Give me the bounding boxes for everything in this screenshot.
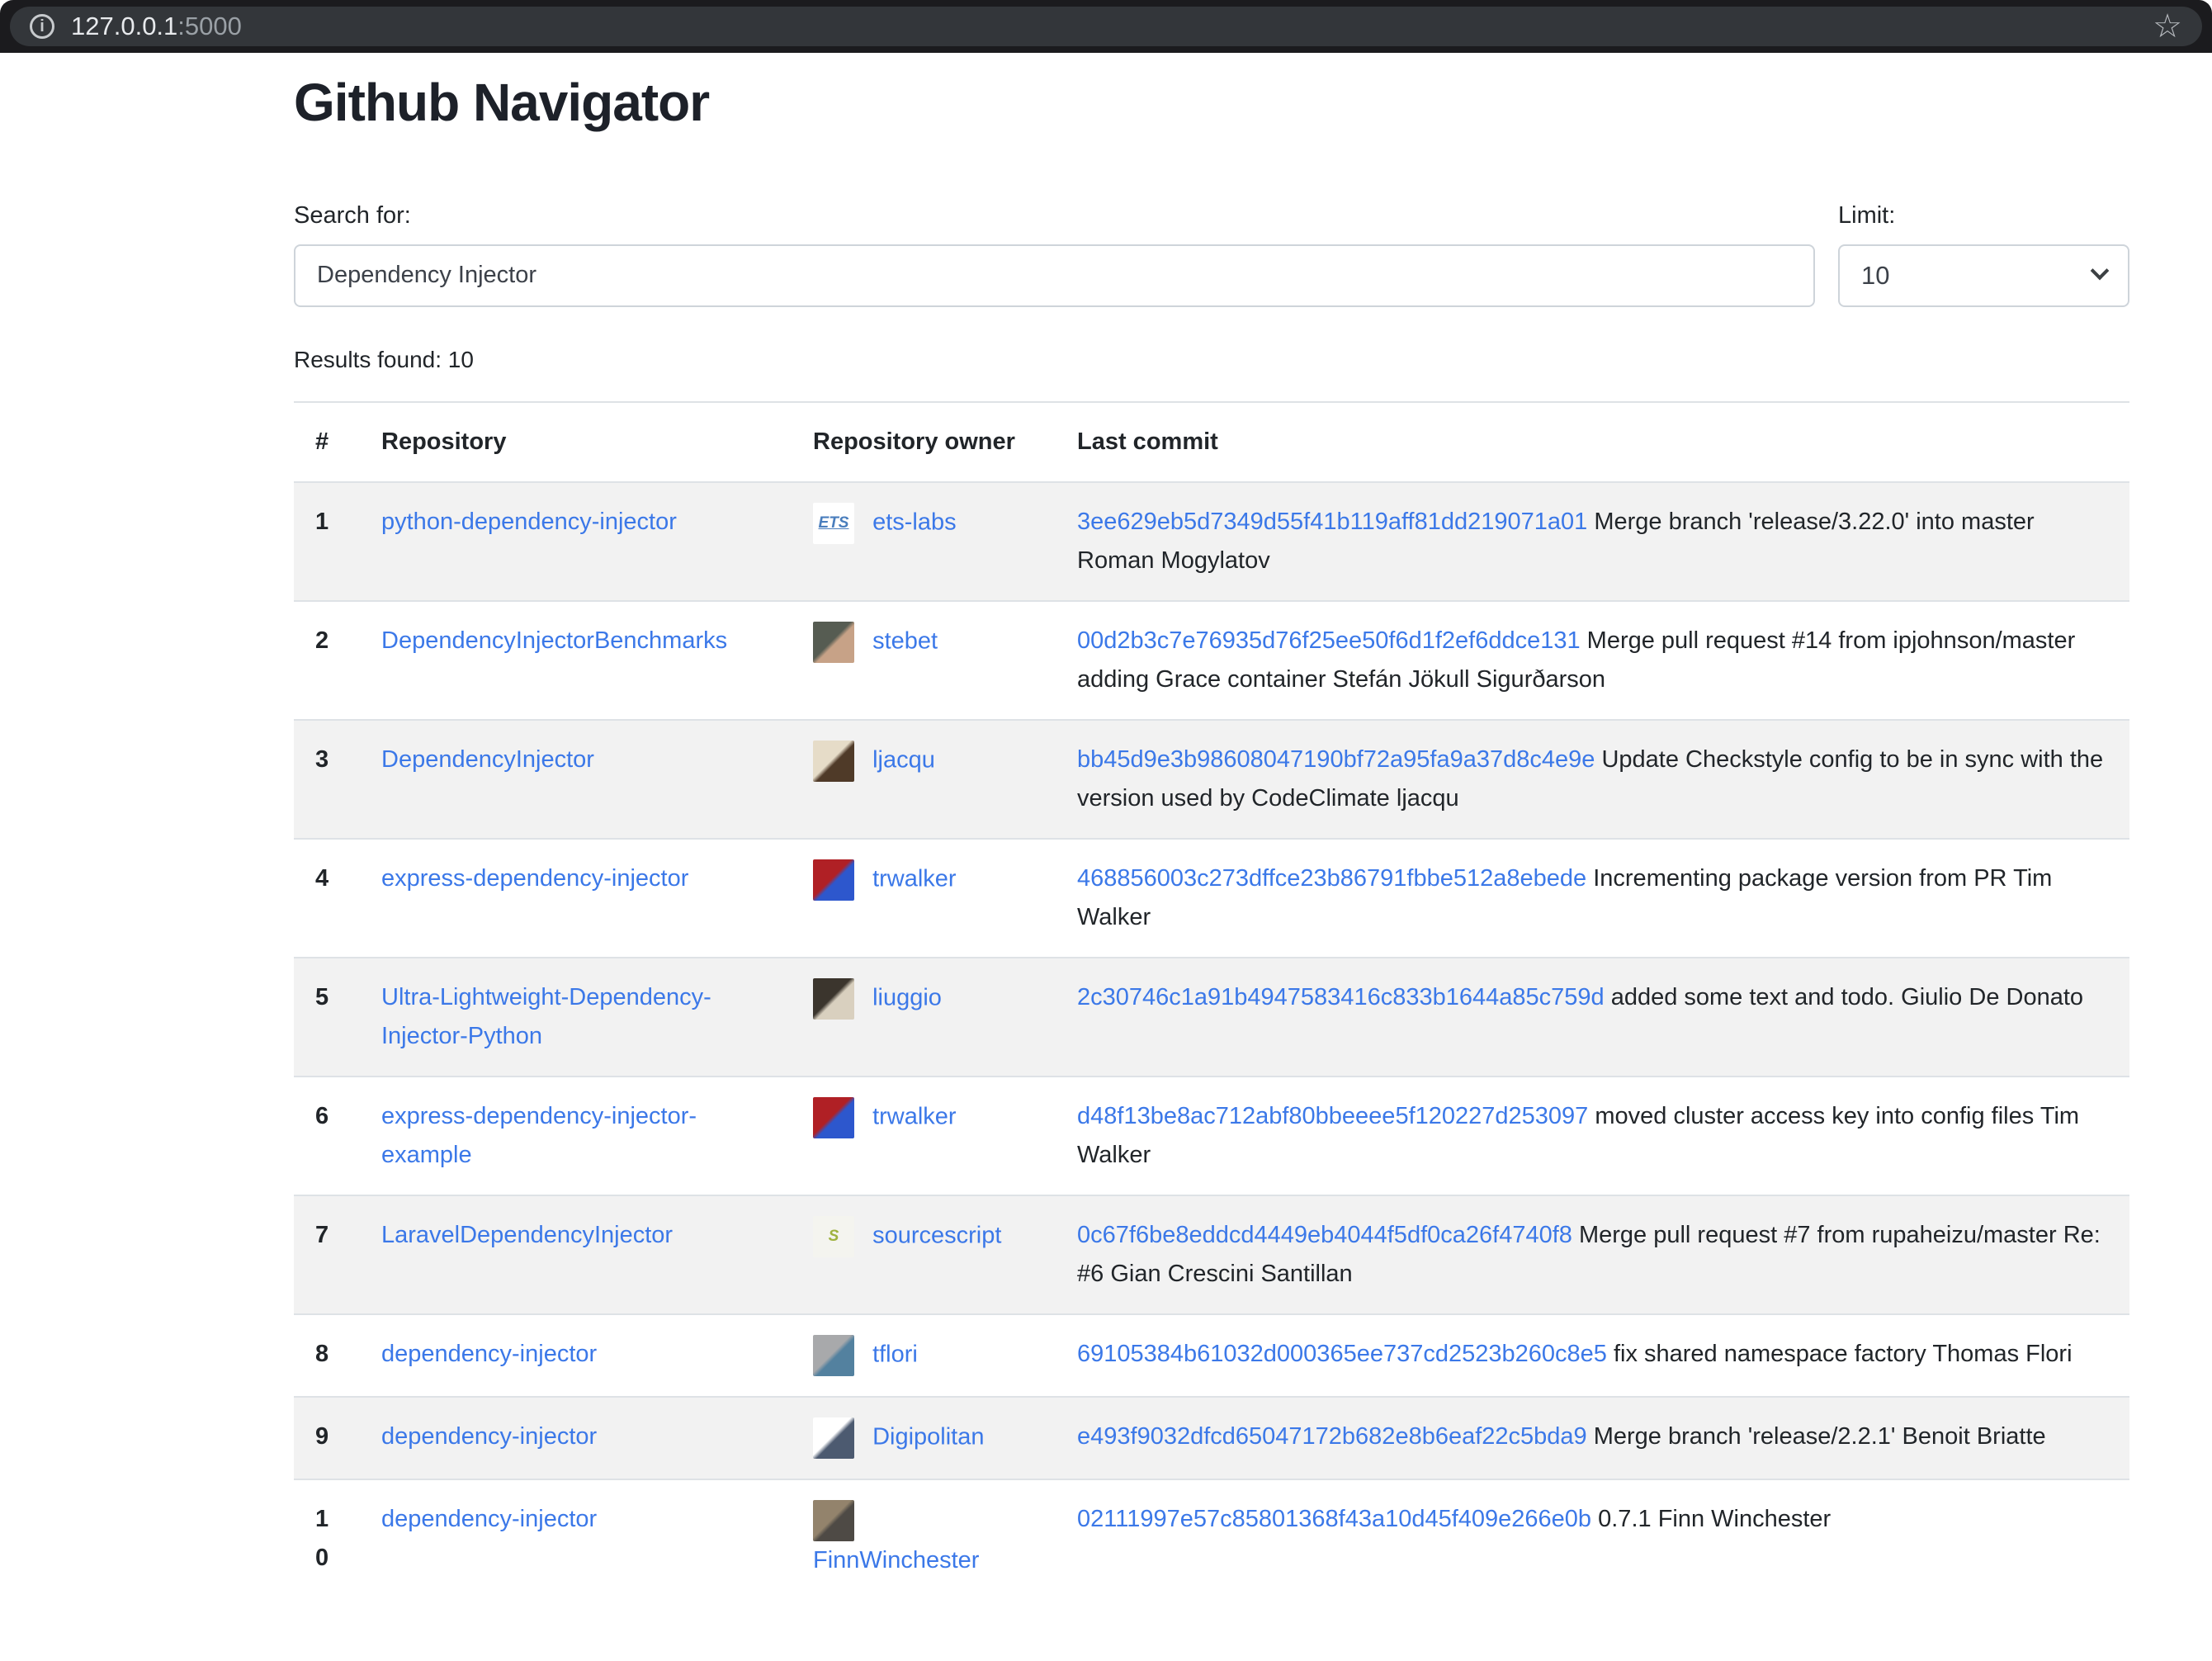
owner-link[interactable]: ets-labs [872,509,957,535]
limit-label: Limit: [1838,202,2129,230]
row-index: 6 [294,1077,360,1195]
row-index: 4 [294,839,360,958]
owner-link[interactable]: stebet [872,627,938,654]
page-container: Github Navigator Search for: Limit: 10 R… [294,71,2129,1600]
owner-avatar [813,622,854,663]
repository-link[interactable]: python-dependency-injector [381,509,677,535]
owner-avatar: ETS [813,503,854,544]
commit-hash-link[interactable]: e493f9032dfcd65047172b682e8b6eaf22c5bda9 [1077,1423,1587,1450]
commit-message: moved cluster access key into config fil… [1595,1103,2034,1129]
commit-author: Giulio De Donato [1901,984,2083,1010]
repository-link[interactable]: DependencyInjector [381,746,594,773]
url-text[interactable]: 127.0.0.1:5000 [71,12,242,41]
owner-avatar [813,1335,854,1376]
repository-link[interactable]: dependency-injector [381,1506,597,1532]
owner-avatar [813,1417,854,1459]
commit-hash-link[interactable]: 2c30746c1a91b4947583416c833b1644a85c759d [1077,984,1605,1010]
repository-link[interactable]: DependencyInjectorBenchmarks [381,627,727,654]
commit-message: Merge branch 'release/3.22.0' into maste… [1594,509,2034,535]
search-section: Search for: Limit: 10 [294,202,2129,307]
table-row: 2 DependencyInjectorBenchmarks stebet 00… [294,601,2129,720]
table-row: 8 dependency-injector tflori 69105384b61… [294,1314,2129,1397]
commit-author: Roman Mogylatov [1077,547,1270,574]
commit-message: 0.7.1 [1598,1506,1652,1532]
row-index: 9 [294,1397,360,1479]
results-tbody: 1 python-dependency-injector ETS ets-lab… [294,482,2129,1600]
commit-author: Finn Winchester [1658,1506,1832,1532]
commit-hash-link[interactable]: 00d2b3c7e76935d76f25ee50f6d1f2ef6ddce131 [1077,627,1581,654]
owner-link[interactable]: FinnWinchester [813,1547,979,1573]
owner-link[interactable]: tflori [872,1341,918,1367]
table-header-row: # Repository Repository owner Last commi… [294,402,2129,482]
commit-hash-link[interactable]: 3ee629eb5d7349d55f41b119aff81dd219071a01 [1077,509,1587,535]
table-row: 1 python-dependency-injector ETS ets-lab… [294,482,2129,601]
row-index: 5 [294,958,360,1077]
owner-link[interactable]: trwalker [872,865,957,892]
limit-field-group: Limit: 10 [1838,202,2129,307]
table-row: 5 Ultra-Lightweight-Dependency-Injector-… [294,958,2129,1077]
col-header-owner: Repository owner [792,402,1056,482]
commit-author: Stefán Jökull Sigurðarson [1333,666,1605,693]
results-summary: Results found: 10 [294,347,2129,373]
table-row: 7 LaravelDependencyInjector S sourcescri… [294,1195,2129,1314]
commit-author: ljacqu [1397,785,1459,812]
results-table: # Repository Repository owner Last commi… [294,401,2129,1600]
commit-message: Incrementing package version from PR [1593,865,2006,892]
table-row: 3 DependencyInjector ljacqu bb45d9e3b986… [294,720,2129,839]
table-row: 4 express-dependency-injector trwalker 4… [294,839,2129,958]
commit-hash-link[interactable]: 0c67f6be8eddcd4449eb4044f5df0ca26f4740f8 [1077,1222,1572,1248]
url-host: 127.0.0.1 [71,12,177,40]
repository-link[interactable]: dependency-injector [381,1423,597,1450]
owner-avatar [813,1500,854,1541]
search-input[interactable] [294,244,1815,307]
commit-message: fix shared namespace factory [1614,1341,1926,1367]
commit-message: added some text and todo. [1611,984,1894,1010]
table-row: 6 express-dependency-injector-example tr… [294,1077,2129,1195]
limit-select[interactable]: 10 [1838,244,2129,307]
row-index: 1 [294,482,360,601]
owner-avatar: S [813,1216,854,1257]
row-index: 8 [294,1314,360,1397]
commit-hash-link[interactable]: 02111997e57c85801368f43a10d45f409e266e0b [1077,1506,1591,1532]
owner-avatar [813,1097,854,1138]
page-title: Github Navigator [294,71,2129,135]
url-port: :5000 [177,12,242,40]
commit-author: Thomas Flori [1932,1341,2072,1367]
repository-link[interactable]: express-dependency-injector [381,865,688,892]
owner-link[interactable]: liuggio [872,984,942,1010]
commit-author: Gian Crescini Santillan [1110,1261,1352,1287]
address-bar[interactable]: i 127.0.0.1:5000 ☆ [10,7,2202,46]
commit-hash-link[interactable]: bb45d9e3b98608047190bf72a95fa9a37d8c4e9e [1077,746,1595,773]
search-field-group: Search for: [294,202,1815,307]
col-header-index: # [294,402,360,482]
search-label: Search for: [294,202,1815,230]
owner-link[interactable]: Digipolitan [872,1423,984,1450]
repository-link[interactable]: LaravelDependencyInjector [381,1222,673,1248]
browser-chrome: i 127.0.0.1:5000 ☆ [0,0,2212,53]
owner-link[interactable]: ljacqu [872,746,935,773]
repository-link[interactable]: Ultra-Lightweight-Dependency-Injector-Py… [381,984,711,1049]
row-index: 7 [294,1195,360,1314]
site-info-icon[interactable]: i [30,14,54,39]
owner-avatar [813,978,854,1020]
commit-message: Merge branch 'release/2.2.1' [1594,1423,1896,1450]
row-index: 2 [294,601,360,720]
col-header-last-commit: Last commit [1056,402,2129,482]
row-index: 3 [294,720,360,839]
col-header-repository: Repository [360,402,792,482]
commit-hash-link[interactable]: 468856003c273dffce23b86791fbbe512a8ebede [1077,865,1586,892]
commit-hash-link[interactable]: d48f13be8ac712abf80bbeeee5f120227d253097 [1077,1103,1588,1129]
commit-author: Benoit Briatte [1902,1423,2046,1450]
repository-link[interactable]: dependency-injector [381,1341,597,1367]
bookmark-star-icon[interactable]: ☆ [2153,10,2182,43]
table-row: 9 dependency-injector Digipolitan e493f9… [294,1397,2129,1479]
owner-avatar [813,859,854,901]
table-row: 10 dependency-injector FinnWinchester 02… [294,1479,2129,1600]
owner-avatar [813,741,854,782]
commit-hash-link[interactable]: 69105384b61032d000365ee737cd2523b260c8e5 [1077,1341,1607,1367]
owner-link[interactable]: sourcescript [872,1222,1001,1248]
repository-link[interactable]: express-dependency-injector-example [381,1103,697,1168]
owner-link[interactable]: trwalker [872,1103,957,1129]
row-index: 10 [294,1479,360,1600]
